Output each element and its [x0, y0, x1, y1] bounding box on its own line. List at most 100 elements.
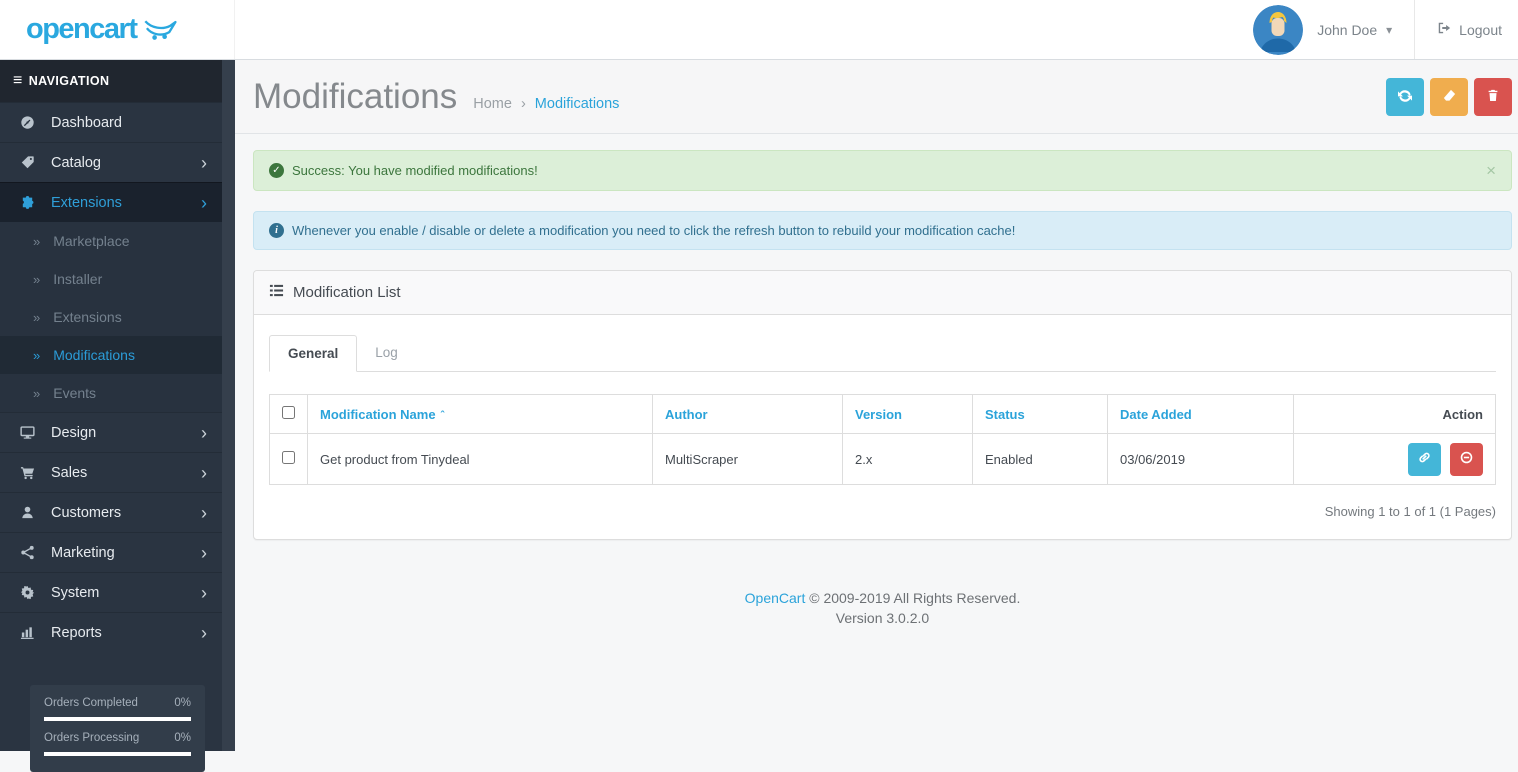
sign-out-icon: [1437, 21, 1451, 38]
select-all-checkbox[interactable]: [282, 406, 295, 419]
disable-button[interactable]: [1450, 443, 1483, 476]
sidebar-item-label: Events: [53, 385, 96, 401]
sidebar-item-marketing[interactable]: Marketing ›: [0, 532, 222, 572]
tabs: General Log: [269, 335, 1496, 372]
dashboard-icon: [20, 115, 36, 131]
sidebar-item-label: Catalog: [51, 155, 101, 171]
chevron-right-icon: ›: [201, 504, 207, 522]
username: John Doe: [1317, 22, 1377, 38]
sidebar-item-reports[interactable]: Reports ›: [0, 612, 222, 652]
sidebar-item-extensions[interactable]: Extensions ›: [0, 182, 222, 222]
table-row: Get product from Tinydeal MultiScraper 2…: [270, 434, 1496, 485]
extensions-submenu: » Marketplace » Installer » Extensions »…: [0, 222, 222, 412]
opencart-link[interactable]: OpenCart: [745, 590, 806, 606]
select-all-cell: [270, 395, 308, 434]
content: Modifications Home › Modifications: [235, 60, 1518, 751]
cell-status: Enabled: [973, 434, 1108, 485]
tab-general[interactable]: General: [269, 335, 357, 372]
tab-log[interactable]: Log: [357, 335, 416, 371]
panel-body: General Log Modification Nameˆ: [254, 315, 1511, 539]
refresh-button[interactable]: [1386, 78, 1424, 116]
nav-header-label: NAVIGATION: [29, 74, 110, 88]
user-menu[interactable]: John Doe ▾: [1303, 0, 1414, 59]
sidebar-item-dashboard[interactable]: Dashboard: [0, 102, 222, 142]
chevron-right-icon: ›: [201, 154, 207, 172]
page-header: Modifications Home › Modifications: [235, 60, 1518, 134]
col-header-date-added: Date Added: [1108, 395, 1294, 434]
delete-button[interactable]: [1474, 78, 1512, 116]
sidebar-item-system[interactable]: System ›: [0, 572, 222, 612]
cell-action: [1294, 434, 1496, 485]
sidebar-item-label: Sales: [51, 465, 87, 481]
chevron-right-icon: ›: [201, 194, 207, 212]
bar-chart-icon: [20, 625, 36, 641]
refresh-icon: [1397, 88, 1413, 107]
chevron-right-icon: ›: [201, 584, 207, 602]
topbar-right: John Doe ▾ Logout: [1253, 0, 1518, 59]
sort-status-link[interactable]: Status: [985, 407, 1025, 422]
logo[interactable]: opencart: [0, 0, 235, 59]
copyright-text: © 2009-2019 All Rights Reserved.: [809, 590, 1020, 606]
sort-version-link[interactable]: Version: [855, 407, 902, 422]
sort-date-link[interactable]: Date Added: [1120, 407, 1192, 422]
sidebar-item-marketplace[interactable]: » Marketplace: [0, 222, 222, 260]
cart-icon: [20, 465, 36, 481]
sidebar-item-label: Design: [51, 425, 96, 441]
topbar: opencart John Doe ▾: [0, 0, 1518, 60]
chevron-right-icon: ›: [201, 464, 207, 482]
stat-label: Orders Processing: [44, 732, 139, 744]
logout-button[interactable]: Logout: [1414, 0, 1502, 59]
sidebar-item-modifications[interactable]: » Modifications: [0, 336, 222, 374]
sidebar-item-customers[interactable]: Customers ›: [0, 492, 222, 532]
sidebar-item-installer[interactable]: » Installer: [0, 260, 222, 298]
sidebar-item-catalog[interactable]: Catalog ›: [0, 142, 222, 182]
sort-name-link[interactable]: Modification Nameˆ: [320, 407, 444, 422]
sidebar-item-sales[interactable]: Sales ›: [0, 452, 222, 492]
cell-version: 2.x: [843, 434, 973, 485]
col-header-status: Status: [973, 395, 1108, 434]
row-checkbox[interactable]: [282, 451, 295, 464]
logout-label: Logout: [1459, 22, 1502, 38]
breadcrumb-current[interactable]: Modifications: [535, 96, 620, 112]
sidebar-item-label: Installer: [53, 271, 102, 287]
close-icon[interactable]: ×: [1486, 162, 1496, 179]
logo-text: opencart: [26, 15, 136, 44]
gear-icon: [20, 585, 36, 601]
stat-progress-bar: [44, 752, 191, 756]
eraser-icon: [1442, 88, 1457, 106]
sort-author-link[interactable]: Author: [665, 407, 708, 422]
sidebar-item-extensions-sub[interactable]: » Extensions: [0, 298, 222, 336]
info-alert: i Whenever you enable / disable or delet…: [253, 211, 1512, 250]
col-header-action: Action: [1294, 395, 1496, 434]
stat-orders-completed: Orders Completed 0%: [44, 697, 191, 709]
sidebar-item-design[interactable]: Design ›: [0, 412, 222, 452]
breadcrumb-home[interactable]: Home: [473, 96, 512, 112]
sidebar: ≡ NAVIGATION Dashboard Catalog ›: [0, 60, 235, 751]
rebuild-link-button[interactable]: [1408, 443, 1441, 476]
col-header-label: Modification Name: [320, 407, 436, 422]
chevron-right-icon: ›: [201, 544, 207, 562]
footer-version: Version 3.0.2.0: [253, 610, 1512, 626]
orders-stats-panel: Orders Completed 0% Orders Processing 0%: [30, 685, 205, 772]
cell-date-added: 03/06/2019: [1108, 434, 1294, 485]
table-header-row: Modification Nameˆ Author Version Status: [270, 395, 1496, 434]
pagination: Showing 1 to 1 of 1 (1 Pages): [269, 504, 1496, 519]
sidebar-item-events[interactable]: » Events: [0, 374, 222, 412]
cell-name: Get product from Tinydeal: [308, 434, 653, 485]
title-wrap: Modifications Home › Modifications: [253, 77, 619, 117]
header-buttons: [1386, 78, 1512, 116]
sidebar-item-label: Extensions: [51, 195, 122, 211]
trash-icon: [1486, 88, 1500, 106]
footer-copyright-line: OpenCart © 2009-2019 All Rights Reserved…: [253, 590, 1512, 606]
footer: OpenCart © 2009-2019 All Rights Reserved…: [253, 540, 1512, 626]
sidebar-scroll-strip[interactable]: [222, 60, 235, 751]
avatar[interactable]: [1253, 5, 1303, 55]
panel-heading: Modification List: [254, 271, 1511, 315]
stat-orders-processing: Orders Processing 0%: [44, 732, 191, 744]
breadcrumb-separator: ›: [521, 96, 526, 112]
success-alert-text: Success: You have modified modifications…: [292, 163, 538, 178]
sidebar-menu-lower: Design › Sales › Customers ›: [0, 412, 222, 652]
clear-cache-button[interactable]: [1430, 78, 1468, 116]
sidebar-item-label: Extensions: [53, 309, 121, 325]
row-select-cell: [270, 434, 308, 485]
